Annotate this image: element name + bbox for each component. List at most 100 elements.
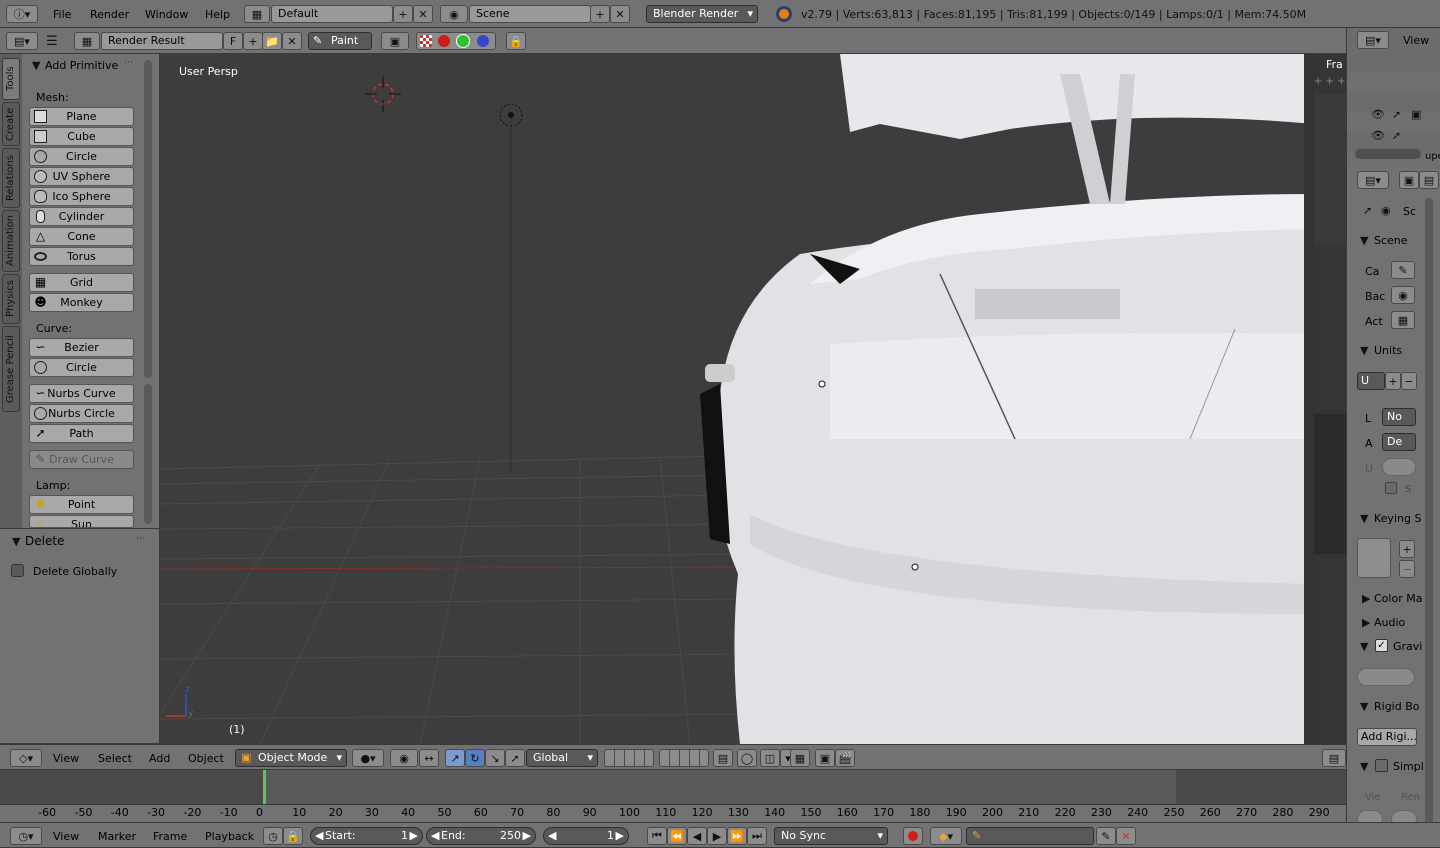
properties-scrollbar[interactable] (1425, 198, 1433, 838)
jump-to-keyframe-forward-icon[interactable]: ⏩ (727, 827, 747, 845)
units-preset-select[interactable]: U (1357, 372, 1385, 390)
keying-sets-list[interactable] (1357, 538, 1391, 578)
scene-field[interactable]: Scene (469, 5, 591, 23)
layer-buttons-group-1[interactable] (604, 749, 654, 767)
add-grid-button[interactable]: ▦ Grid (29, 273, 134, 292)
menu-marker[interactable]: Marker (98, 830, 136, 843)
add-path-button[interactable]: ➚ Path (29, 424, 134, 443)
lock-icon[interactable]: 🔒 (506, 32, 526, 50)
keying-set-icon[interactable]: ◆ ▾ (930, 827, 962, 845)
green-channel-icon[interactable] (456, 34, 470, 48)
screen-layout-field[interactable]: Default (271, 5, 393, 23)
remove-preset-icon[interactable]: − (1401, 372, 1417, 390)
transform-orientation-select[interactable]: Global ▾ (526, 749, 598, 767)
unit-scale-field[interactable] (1382, 458, 1416, 476)
toolshelf-scrollbar[interactable] (144, 60, 152, 378)
add-ico-sphere-button[interactable]: Ico Sphere (29, 187, 134, 206)
render-camera-icon[interactable]: ▣ (1411, 108, 1421, 121)
tab-animation[interactable]: Animation (2, 210, 20, 272)
gravity-collapse-icon[interactable]: ▼ (1360, 640, 1368, 653)
insert-keyframe-icon[interactable]: ✎ (1096, 827, 1116, 845)
menu-playback[interactable]: Playback (205, 830, 254, 843)
record-keyframes-icon[interactable] (903, 827, 923, 845)
proportional-editing-icon[interactable]: ◯ (737, 749, 757, 767)
add-sun-lamp-button[interactable]: ☼ Sun (29, 515, 134, 528)
rigid-body-title[interactable]: Rigid Bo (1374, 700, 1420, 713)
interaction-mode-select[interactable]: ▣ Object Mode ▾ (235, 749, 347, 767)
jump-to-end-icon[interactable]: ⏭ (747, 827, 767, 845)
menu-file[interactable]: File (53, 8, 71, 21)
viewport-shading-select[interactable]: ●▾ (352, 749, 384, 767)
start-frame-field[interactable]: ◀ Start: 1 ▶ (310, 827, 423, 845)
pin-icon[interactable]: ➚ (1363, 204, 1372, 217)
add-plane-button[interactable]: Plane (29, 107, 134, 126)
color-management-title[interactable]: Color Ma (1374, 592, 1422, 605)
preview-range-icon[interactable]: ◷ (263, 827, 283, 845)
visibility-eye-icon[interactable]: 👁 (1371, 108, 1385, 121)
add-point-lamp-button[interactable]: ✸ Point (29, 495, 134, 514)
image-mode-select[interactable]: ✎ Paint (308, 32, 372, 50)
pivot-point-select[interactable]: ◉ (390, 749, 418, 767)
tab-tools[interactable]: Tools (2, 58, 20, 100)
jump-to-start-icon[interactable]: ⏮ (647, 827, 667, 845)
menu-window[interactable]: Window (145, 8, 188, 21)
operator-title[interactable]: Delete (25, 534, 64, 548)
tab-physics[interactable]: Physics (2, 274, 20, 324)
add-cylinder-button[interactable]: Cylinder (29, 207, 134, 226)
scale-manipulator-icon[interactable]: ↘ (485, 749, 505, 767)
add-cube-button[interactable]: Cube (29, 127, 134, 146)
add-nurbs-curve-button[interactable]: ∽ Nurbs Curve (29, 384, 134, 403)
translate-manipulator-icon[interactable]: ↗ (445, 749, 465, 767)
unlink-image-icon[interactable]: ✕ (282, 32, 302, 50)
render-layers-tab-icon[interactable]: ▤ (1419, 171, 1439, 189)
3d-view-editor-type-button[interactable]: ◇▾ (10, 749, 42, 767)
units-panel-collapse-icon[interactable]: ▼ (1360, 344, 1368, 357)
current-frame-marker[interactable] (263, 770, 266, 804)
pivot-icon[interactable]: ▣ (381, 32, 409, 50)
add-icon[interactable]: + + + (1314, 76, 1346, 87)
gravity-vector-field[interactable] (1357, 668, 1415, 686)
area-split-icon[interactable]: ▤ (1322, 749, 1346, 767)
end-frame-field[interactable]: ◀ End: 250 ▶ (426, 827, 536, 845)
opengl-render-icon[interactable]: ▣ (815, 749, 835, 767)
panel-drag-handle-icon[interactable]: ⋯ (124, 58, 133, 68)
visibility-eye-icon[interactable]: 👁 (1371, 129, 1385, 142)
simplify-collapse-icon[interactable]: ▼ (1360, 760, 1368, 773)
add-keying-set-icon[interactable]: + (1399, 540, 1415, 558)
render-engine-select[interactable]: Blender Render ▾ (646, 5, 758, 23)
new-image-icon[interactable]: + (243, 32, 263, 50)
menu-help[interactable]: Help (205, 8, 230, 21)
keying-panel-collapse-icon[interactable]: ▼ (1360, 512, 1368, 525)
toolshelf-scrollbar-lower[interactable] (144, 384, 152, 524)
gravity-checkbox[interactable]: ✓ (1375, 639, 1388, 652)
outliner-scrollbar[interactable] (1355, 149, 1421, 159)
add-nurbs-circle-button[interactable]: Nurbs Circle (29, 404, 134, 423)
render-tab-icon[interactable]: ▣ (1399, 171, 1419, 189)
add-bezier-button[interactable]: ∽ Bezier (29, 338, 134, 357)
delete-globally-checkbox[interactable] (11, 564, 24, 577)
info-editor-type-button[interactable]: ⓘ▾ (6, 5, 38, 23)
remove-layout-icon[interactable]: ✕ (413, 5, 433, 23)
hamburger-menu-icon[interactable]: ☰ (46, 34, 58, 49)
operator-collapse-icon[interactable]: ▼ (12, 535, 20, 548)
add-uv-sphere-button[interactable]: UV Sphere (29, 167, 134, 186)
draw-curve-button[interactable]: ✎ Draw Curve (29, 450, 134, 469)
add-preset-icon[interactable]: + (1385, 372, 1401, 390)
select-cursor-icon[interactable]: ➚ (1392, 108, 1401, 121)
delete-keyframe-icon[interactable]: ✕ (1116, 827, 1136, 845)
background-picker-icon[interactable]: ◉ (1391, 286, 1415, 304)
opengl-render-animation-icon[interactable]: 🎬 (835, 749, 855, 767)
active-keying-set-field[interactable]: ✎ (966, 827, 1094, 845)
properties-editor-type-button[interactable]: ▤▾ (1357, 171, 1389, 189)
add-torus-button[interactable]: Torus (29, 247, 134, 266)
angle-unit-select[interactable]: De (1382, 433, 1416, 451)
fake-user-button[interactable]: F (223, 32, 243, 50)
current-frame-field[interactable]: ◀ 1 ▶ (543, 827, 629, 845)
add-circle-button[interactable]: Circle (29, 147, 134, 166)
screen-layout-icon[interactable]: ▦ (244, 5, 270, 23)
tab-create[interactable]: Create (2, 102, 20, 146)
rotate-manipulator-icon[interactable]: ↻ (465, 749, 485, 767)
add-curve-circle-button[interactable]: Circle (29, 358, 134, 377)
image-editor-type-button[interactable]: ▤▾ (6, 32, 38, 50)
menu-object[interactable]: Object (188, 752, 224, 765)
